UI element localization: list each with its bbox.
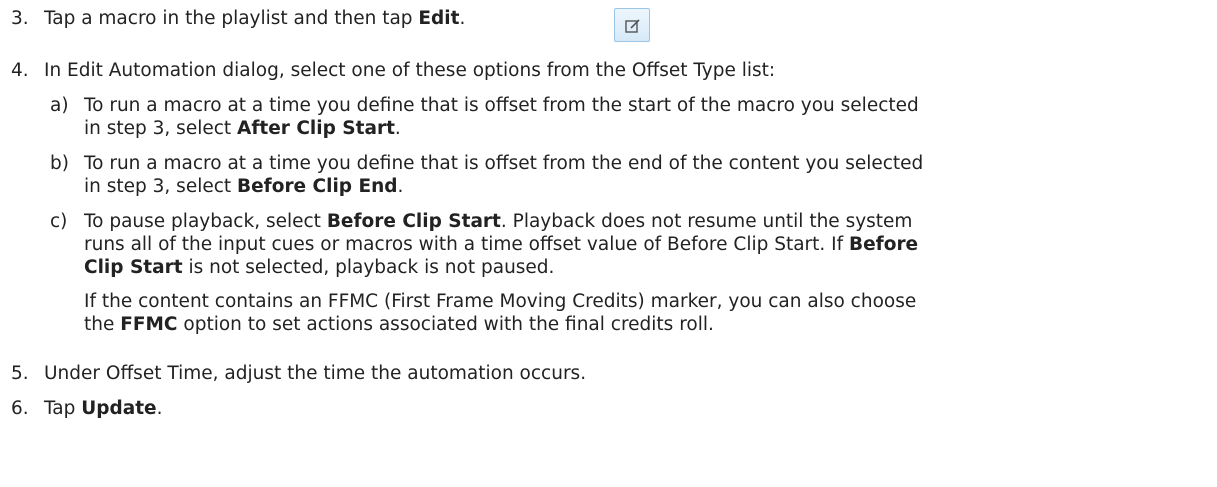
substep-c-note-line2: the FFMC option to set actions associate… [84, 314, 714, 335]
substep-c-note-line1: If the content contains an FFMC (First F… [84, 291, 917, 312]
substep-b-line1: To run a macro at a time you define that… [84, 153, 924, 174]
substep-c-line1: To pause playback, select Before Clip St… [84, 211, 913, 232]
edit-icon [614, 8, 650, 42]
substep-c-line2: runs all of the input cues or macros wit… [84, 234, 919, 255]
substep-a-label: a) [50, 95, 69, 116]
substep-b-line2: in step 3, select Before Clip End. [84, 176, 404, 197]
substep-c-label: c) [50, 211, 68, 232]
step-4-number: 4. [11, 60, 29, 81]
step-3-number: 3. [11, 8, 29, 29]
step-6-number: 6. [11, 398, 29, 419]
substep-b-label: b) [50, 153, 69, 174]
substep-a-line2: in step 3, select After Clip Start. [84, 118, 401, 139]
step-5-text: Under Offset Time, adjust the time the a… [44, 363, 587, 384]
step-5-number: 5. [11, 363, 29, 384]
step-6-text: Tap Update. [44, 398, 163, 419]
step-4-text: In Edit Automation dialog, select one of… [44, 60, 776, 81]
substep-c-line3: Clip Start is not selected, playback is … [84, 257, 555, 278]
substep-a-line1: To run a macro at a time you define that… [84, 95, 919, 116]
step-3-text: Tap a macro in the playlist and then tap… [44, 8, 466, 29]
